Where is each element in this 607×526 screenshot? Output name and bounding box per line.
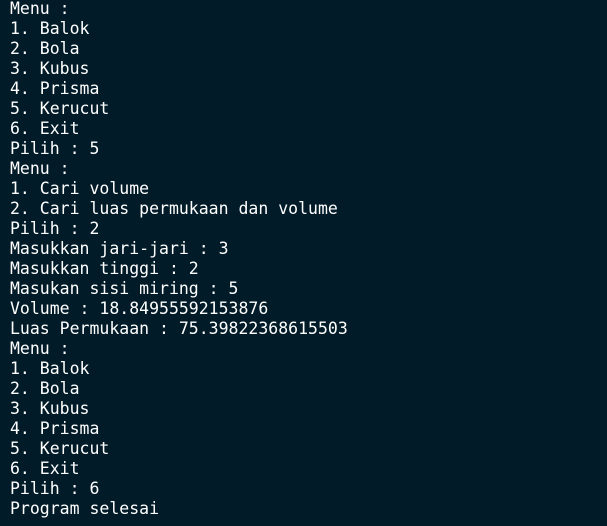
output-line: Masukkan jari-jari : 3 — [10, 239, 229, 258]
terminal-output[interactable]: Menu : 1. Balok 2. Bola 3. Kubus 4. Pris… — [0, 0, 607, 526]
output-line: 3. Kubus — [10, 399, 90, 418]
output-line: Program selesai — [10, 499, 160, 518]
output-line: Pilih : 5 — [10, 139, 100, 158]
output-line: 1. Balok — [10, 359, 90, 378]
output-line: 4. Prisma — [10, 79, 100, 98]
output-line: 1. Balok — [10, 19, 90, 38]
output-line: Menu : — [10, 0, 70, 18]
output-line: 5. Kerucut — [10, 99, 110, 118]
output-line: 6. Exit — [10, 119, 80, 138]
output-line: Luas Permukaan : 75.39822368615503 — [10, 319, 348, 338]
output-line: 1. Cari volume — [10, 179, 150, 198]
output-line: Pilih : 2 — [10, 219, 100, 238]
output-line: 5. Kerucut — [10, 439, 110, 458]
output-line: Pilih : 6 — [10, 479, 100, 498]
output-line: Menu : — [10, 159, 70, 178]
output-line: 4. Prisma — [10, 419, 100, 438]
output-line: 6. Exit — [10, 459, 80, 478]
output-line: Masukan sisi miring : 5 — [10, 279, 239, 298]
output-line: Volume : 18.84955592153876 — [10, 299, 269, 318]
output-line: Masukkan tinggi : 2 — [10, 259, 199, 278]
output-line: Menu : — [10, 339, 70, 358]
output-line: 2. Cari luas permukaan dan volume — [10, 199, 338, 218]
output-line: 3. Kubus — [10, 59, 90, 78]
output-line: 2. Bola — [10, 379, 80, 398]
output-line: 2. Bola — [10, 39, 80, 58]
